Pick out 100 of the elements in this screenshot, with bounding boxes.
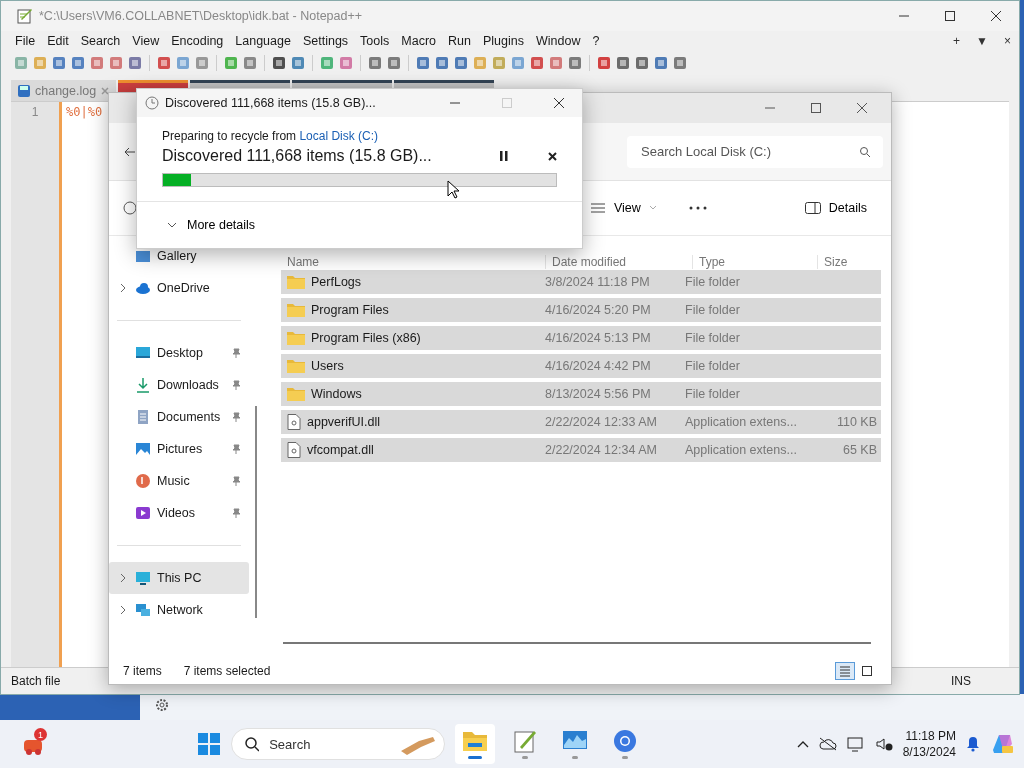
tool-icon[interactable] (653, 55, 669, 71)
file-icon (287, 414, 301, 430)
tool-icon[interactable] (596, 55, 612, 71)
pin-icon[interactable] (231, 412, 241, 422)
tool-icon[interactable] (271, 55, 287, 71)
menu-item[interactable]: Tools (354, 34, 396, 48)
tool-icon[interactable] (672, 55, 688, 71)
nav-item[interactable]: Desktop (109, 337, 249, 369)
tool-icon[interactable] (242, 55, 258, 71)
nav-item[interactable]: This PC (109, 562, 249, 594)
date-cell-text: 2/22/2024 12:33 AM (544, 415, 658, 429)
pause-icon[interactable] (500, 151, 508, 161)
nav-item[interactable]: OneDrive (109, 272, 249, 304)
file-name: Program Files (311, 303, 389, 317)
search-input[interactable]: Search Local Disk (C:) (639, 136, 859, 167)
clock-time[interactable]: 11:18 PM (905, 728, 956, 744)
file-icon (287, 442, 301, 458)
desktop-icon (135, 345, 151, 361)
more-icon[interactable] (688, 206, 707, 210)
file-row[interactable]: Program Files (x86) 4/16/2024 5:13 PM File folder (281, 326, 881, 350)
nav-item[interactable]: Documents (109, 401, 249, 433)
start-icon[interactable] (197, 732, 222, 756)
close-icon[interactable] (856, 102, 868, 114)
menu-item[interactable]: Macro (395, 34, 443, 48)
nav-item[interactable]: Network (109, 594, 249, 626)
menu-item[interactable]: Settings (296, 34, 355, 48)
tool-icon[interactable] (415, 55, 431, 71)
pin-icon[interactable] (231, 508, 241, 518)
menu-item[interactable]: Encoding (165, 34, 230, 48)
search-field[interactable]: Search Local Disk (C:) (627, 135, 883, 168)
menu-item[interactable]: ? (586, 34, 606, 48)
menu-control[interactable]: × (996, 34, 1019, 48)
maximize-icon[interactable] (944, 10, 956, 22)
more-details-button[interactable]: More details (161, 217, 262, 233)
mouse-cursor-icon (447, 180, 459, 199)
display-icon[interactable] (846, 736, 865, 752)
nav-item[interactable]: Videos (109, 497, 249, 529)
tool-icon[interactable] (70, 55, 86, 71)
file-row[interactable]: PerfLogs 3/8/2024 11:18 PM File folder (281, 270, 881, 294)
file-row[interactable]: appverifUI.dll 2/22/2024 12:33 AM Application extens... 110 KB (281, 410, 881, 434)
menu-item[interactable]: Search (74, 34, 127, 48)
tool-icon[interactable] (453, 55, 469, 71)
menu-item[interactable]: Run (442, 34, 477, 48)
menu-item[interactable]: File (9, 34, 42, 48)
pin-icon[interactable] (231, 380, 241, 390)
close-icon[interactable] (553, 97, 565, 109)
date-cell-text: 3/8/2024 11:18 PM (544, 275, 651, 289)
tool-icon[interactable] (386, 55, 402, 71)
search-field[interactable]: Search (231, 728, 446, 760)
cloud-off-icon[interactable] (818, 737, 837, 751)
volume-muted-icon[interactable] (874, 736, 893, 752)
menu-item[interactable]: Edit (41, 34, 75, 48)
menu-control[interactable]: ▼ (968, 34, 996, 48)
nav-item[interactable]: Music (109, 465, 249, 497)
copilot-icon[interactable] (990, 732, 1014, 756)
tool-icon[interactable] (615, 55, 631, 71)
column-header[interactable]: Type (693, 255, 818, 269)
chevron-up-icon[interactable] (796, 740, 809, 748)
menu-item[interactable]: View (126, 34, 166, 48)
file-row[interactable]: Windows 8/13/2024 5:56 PM File folder (281, 382, 881, 406)
close-icon[interactable] (990, 10, 1002, 22)
menu-item[interactable]: Language (229, 34, 297, 48)
menu-item[interactable]: Plugins (476, 34, 530, 48)
menu-control[interactable]: + (945, 34, 969, 48)
file-row[interactable]: vfcompat.dll 2/22/2024 12:34 AM Application extens... 65 KB (281, 438, 881, 462)
pin-icon[interactable] (231, 348, 241, 358)
nav-item[interactable]: Downloads (109, 369, 249, 401)
tool-icon[interactable] (567, 55, 583, 71)
tool-icon[interactable] (434, 55, 450, 71)
column-header[interactable]: Date modified (546, 255, 693, 269)
chevron-icon[interactable] (119, 283, 127, 293)
maximize-icon[interactable] (810, 102, 822, 114)
tool-icon[interactable] (127, 55, 143, 71)
pin-icon[interactable] (231, 444, 241, 454)
pin-icon[interactable] (231, 476, 241, 486)
settings-icon[interactable] (155, 698, 169, 712)
downloads-icon (135, 377, 151, 393)
tool-icon[interactable] (290, 55, 306, 71)
tool-icon[interactable] (367, 55, 383, 71)
explorer-app-icon[interactable] (455, 724, 496, 764)
nav-item[interactable]: Pictures (109, 433, 249, 465)
chevron-icon[interactable] (119, 605, 127, 615)
column-header[interactable]: Name (281, 255, 546, 269)
search-input[interactable]: Search (267, 729, 392, 759)
new-icon[interactable] (123, 201, 137, 215)
cancel-icon[interactable] (548, 151, 557, 161)
location-link[interactable]: Local Disk (C:) (299, 129, 379, 143)
tool-icon[interactable] (634, 55, 650, 71)
file-row[interactable]: Users 4/16/2024 4:42 PM File folder (281, 354, 881, 378)
file-row[interactable]: Program Files 4/16/2024 5:20 PM File folder (281, 298, 881, 322)
menu-item[interactable]: Window (529, 34, 587, 48)
view-button[interactable]: View (581, 197, 665, 219)
clock-date[interactable]: 8/13/2024 (902, 744, 956, 760)
tool-icon[interactable] (156, 55, 172, 71)
column-header[interactable]: Size (818, 255, 881, 269)
chevron-icon[interactable] (119, 573, 127, 583)
bell-icon[interactable] (966, 736, 980, 752)
tool-icon[interactable] (529, 55, 545, 71)
tool-icon[interactable] (51, 55, 67, 71)
details-button[interactable]: Details (796, 197, 875, 219)
